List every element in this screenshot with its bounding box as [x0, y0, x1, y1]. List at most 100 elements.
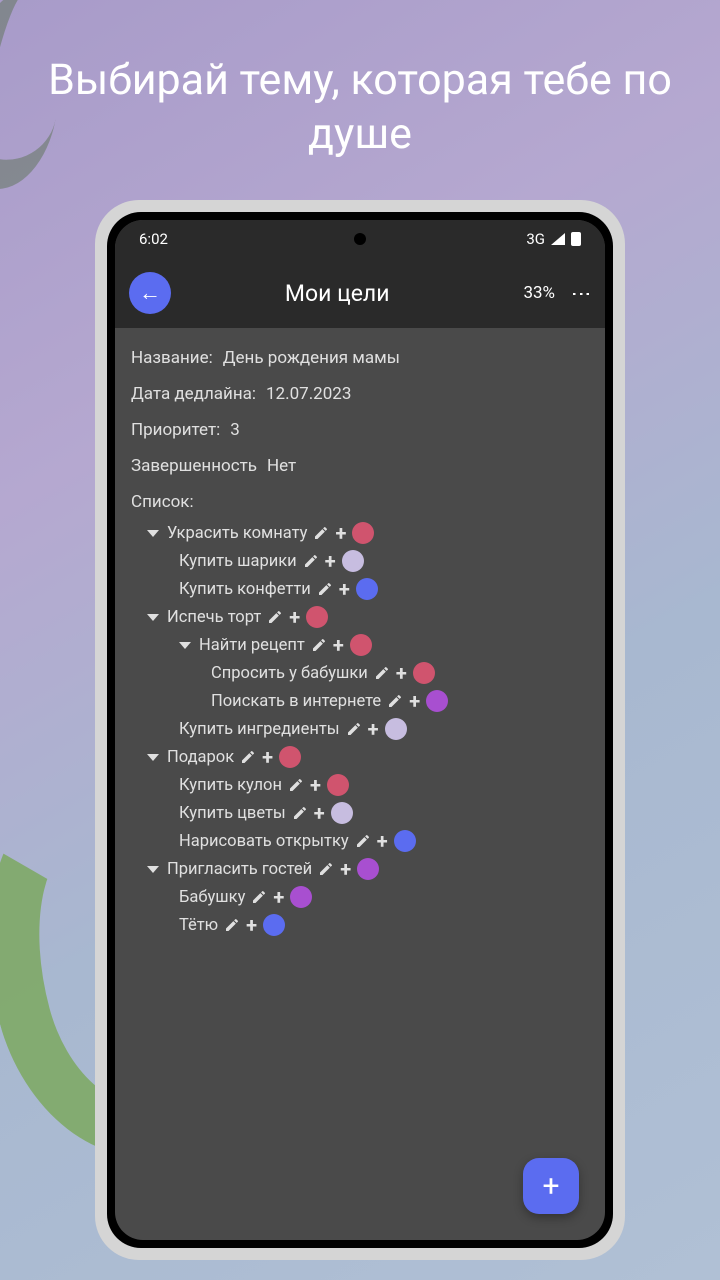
tree-item[interactable]: Купить кулон + — [131, 774, 589, 796]
tree-item[interactable]: Испечь торт+ — [131, 606, 589, 628]
priority-color-dot[interactable] — [413, 662, 435, 684]
priority-color-dot[interactable] — [426, 690, 448, 712]
deadline-value: 12.07.2023 — [266, 384, 351, 404]
phone-frame: 6:02 3G ← Мои цели 33% ⋮ Название: — [95, 200, 625, 1260]
add-child-icon[interactable]: + — [377, 831, 388, 851]
priority-color-dot[interactable] — [290, 886, 312, 908]
pencil-icon[interactable] — [267, 609, 283, 625]
status-time: 6:02 — [139, 230, 526, 248]
caret-down-icon[interactable] — [147, 866, 159, 873]
tree-item-label: Спросить у бабушки — [211, 664, 368, 683]
status-bar: 6:02 3G — [115, 220, 605, 258]
caret-down-icon[interactable] — [147, 754, 159, 761]
tree-item-label: Тётю — [179, 916, 218, 935]
tree-item-label: Нарисовать открытку — [179, 832, 349, 851]
add-child-icon[interactable]: + — [262, 747, 273, 767]
priority-label: Приоритет: — [131, 420, 220, 440]
tree-item-label: Купить конфетти — [179, 580, 311, 599]
tree-item[interactable]: Тётю + — [131, 914, 589, 936]
priority-color-dot[interactable] — [352, 522, 374, 544]
pencil-icon[interactable] — [355, 833, 371, 849]
pencil-icon[interactable] — [292, 805, 308, 821]
caret-down-icon[interactable] — [147, 614, 159, 621]
pencil-icon[interactable] — [288, 777, 304, 793]
priority-color-dot[interactable] — [357, 858, 379, 880]
tree-item-label: Пригласить гостей — [167, 860, 312, 879]
add-child-icon[interactable]: + — [273, 887, 284, 907]
tree-item[interactable]: Спросить у бабушки + — [131, 662, 589, 684]
tree-item[interactable]: Поискать в интернете+ — [131, 690, 589, 712]
field-name: Название: День рождения мамы — [131, 348, 589, 368]
priority-color-dot[interactable] — [327, 774, 349, 796]
tree-item[interactable]: Купить цветы + — [131, 802, 589, 824]
name-label: Название: — [131, 348, 213, 368]
priority-value: 3 — [230, 420, 240, 440]
add-child-icon[interactable]: + — [340, 859, 351, 879]
add-child-icon[interactable]: + — [409, 691, 420, 711]
task-tree: Украсить комнату+Купить шарики+Купить ко… — [131, 522, 589, 936]
priority-color-dot[interactable] — [385, 718, 407, 740]
pencil-icon[interactable] — [251, 889, 267, 905]
signal-icon — [551, 233, 565, 245]
page-title: Мои цели — [151, 280, 523, 307]
complete-label: Завершенность — [131, 456, 257, 476]
field-deadline: Дата дедлайна: 12.07.2023 — [131, 384, 589, 404]
priority-color-dot[interactable] — [350, 634, 372, 656]
add-child-icon[interactable]: + — [335, 523, 346, 543]
priority-color-dot[interactable] — [279, 746, 301, 768]
priority-color-dot[interactable] — [263, 914, 285, 936]
pencil-icon[interactable] — [318, 861, 334, 877]
tree-item[interactable]: Купить шарики+ — [131, 550, 589, 572]
tree-item-label: Найти рецепт — [199, 636, 305, 655]
more-menu-button[interactable]: ⋮ — [570, 284, 594, 302]
tree-item[interactable]: Подарок+ — [131, 746, 589, 768]
tree-item[interactable]: Нарисовать открытку + — [131, 830, 589, 852]
add-child-icon[interactable]: + — [396, 663, 407, 683]
tree-item-label: Купить цветы — [179, 804, 286, 823]
pencil-icon[interactable] — [240, 749, 256, 765]
plus-icon: + — [542, 1169, 559, 1204]
pencil-icon[interactable] — [303, 553, 319, 569]
pencil-icon[interactable] — [374, 665, 390, 681]
status-network-label: 3G — [526, 230, 545, 248]
phone-screen: 6:02 3G ← Мои цели 33% ⋮ Название: — [115, 220, 605, 1240]
list-heading: Список: — [131, 492, 589, 512]
field-priority: Приоритет: 3 — [131, 420, 589, 440]
battery-icon — [571, 232, 581, 246]
pencil-icon[interactable] — [224, 917, 240, 933]
content-area: Название: День рождения мамы Дата дедлай… — [115, 328, 605, 962]
priority-color-dot[interactable] — [306, 606, 328, 628]
priority-color-dot[interactable] — [356, 578, 378, 600]
add-child-icon[interactable]: + — [339, 579, 350, 599]
tree-item[interactable]: Найти рецепт + — [131, 634, 589, 656]
priority-color-dot[interactable] — [342, 550, 364, 572]
pencil-icon[interactable] — [311, 637, 327, 653]
app-bar: ← Мои цели 33% ⋮ — [115, 258, 605, 328]
add-child-icon[interactable]: + — [246, 915, 257, 935]
add-child-icon[interactable]: + — [368, 719, 379, 739]
add-child-icon[interactable]: + — [289, 607, 300, 627]
pencil-icon[interactable] — [387, 693, 403, 709]
status-right-cluster: 3G — [526, 230, 581, 248]
add-child-icon[interactable]: + — [310, 775, 321, 795]
add-child-icon[interactable]: + — [325, 551, 336, 571]
priority-color-dot[interactable] — [331, 802, 353, 824]
pencil-icon[interactable] — [346, 721, 362, 737]
tree-item-label: Украсить комнату — [167, 524, 307, 543]
tree-item[interactable]: Пригласить гостей + — [131, 858, 589, 880]
add-child-icon[interactable]: + — [333, 635, 344, 655]
tree-item[interactable]: Бабушку+ — [131, 886, 589, 908]
tree-item[interactable]: Украсить комнату + — [131, 522, 589, 544]
phone-bezel: 6:02 3G ← Мои цели 33% ⋮ Название: — [107, 212, 613, 1248]
add-child-icon[interactable]: + — [314, 803, 325, 823]
tree-item-label: Купить кулон — [179, 776, 282, 795]
pencil-icon[interactable] — [313, 525, 329, 541]
add-fab-button[interactable]: + — [523, 1158, 579, 1214]
tree-item[interactable]: Купить конфетти + — [131, 578, 589, 600]
caret-down-icon[interactable] — [179, 642, 191, 649]
deadline-label: Дата дедлайна: — [131, 384, 256, 404]
pencil-icon[interactable] — [317, 581, 333, 597]
priority-color-dot[interactable] — [394, 830, 416, 852]
caret-down-icon[interactable] — [147, 530, 159, 537]
tree-item[interactable]: Купить ингредиенты+ — [131, 718, 589, 740]
